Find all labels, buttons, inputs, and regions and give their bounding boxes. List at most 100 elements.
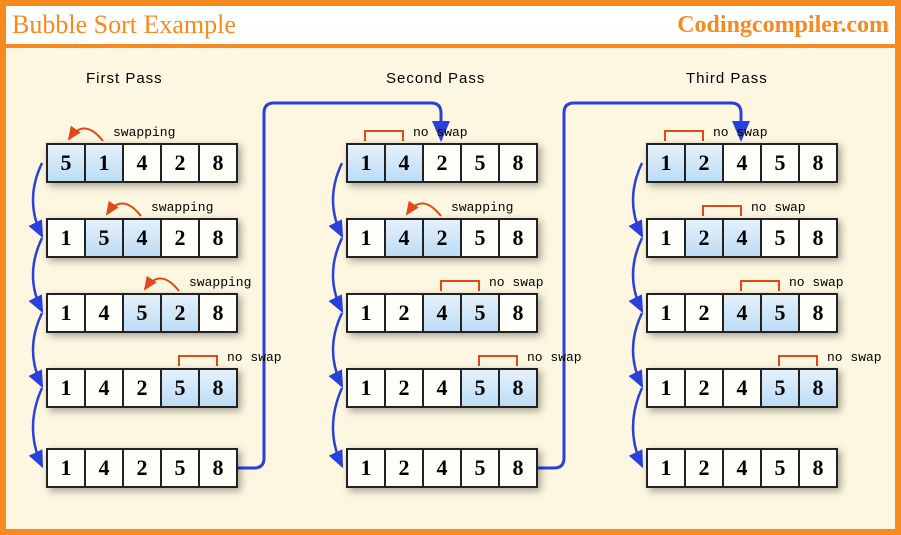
array-cell: 1: [46, 368, 86, 408]
no-swap-label: no swap: [413, 125, 468, 140]
array-cell: 2: [122, 368, 162, 408]
array-cell: 2: [684, 293, 724, 333]
array-cell: 8: [198, 448, 238, 488]
array-cell: 4: [122, 143, 162, 183]
array-cell: 5: [84, 218, 124, 258]
array-cell: 8: [198, 293, 238, 333]
array-cell: 4: [84, 293, 124, 333]
array-cell: 2: [384, 448, 424, 488]
array-cell: 8: [498, 368, 538, 408]
site-name: Codingcompiler.com: [677, 12, 889, 39]
array-cell: 1: [46, 448, 86, 488]
array-cell: 5: [460, 293, 500, 333]
array-cell: 5: [122, 293, 162, 333]
array-row: 12458: [346, 448, 536, 488]
array-cell: 1: [46, 293, 86, 333]
array-cell: 4: [722, 368, 762, 408]
array-cell: 2: [384, 293, 424, 333]
diagram-title: Bubble Sort Example: [12, 10, 236, 40]
array-cell: 5: [760, 218, 800, 258]
no-swap-label: no swap: [713, 125, 768, 140]
swapping-label: swapping: [113, 125, 175, 140]
array-cell: 4: [122, 218, 162, 258]
array-cell: 8: [498, 293, 538, 333]
array-cell: 4: [384, 218, 424, 258]
array-cell: 5: [460, 448, 500, 488]
no-swap-label: no swap: [527, 350, 582, 365]
array-cell: 1: [346, 368, 386, 408]
diagram-frame: Bubble Sort Example Codingcompiler.com F…: [0, 0, 901, 535]
array-cell: 8: [798, 448, 838, 488]
array-cell: 5: [760, 293, 800, 333]
array-cell: 4: [422, 448, 462, 488]
array-cell: 5: [760, 448, 800, 488]
array-cell: 2: [160, 143, 200, 183]
array-row: 12458: [646, 293, 836, 333]
array-cell: 4: [722, 448, 762, 488]
array-cell: 4: [722, 143, 762, 183]
array-cell: 2: [422, 218, 462, 258]
array-cell: 1: [46, 218, 86, 258]
array-cell: 2: [684, 368, 724, 408]
array-row: 15428: [46, 218, 236, 258]
array-cell: 5: [46, 143, 86, 183]
no-swap-label: no swap: [227, 350, 282, 365]
array-cell: 5: [460, 218, 500, 258]
array-cell: 1: [646, 293, 686, 333]
array-row: 14258: [46, 368, 236, 408]
array-cell: 1: [646, 448, 686, 488]
no-swap-label: no swap: [789, 275, 844, 290]
array-cell: 4: [422, 293, 462, 333]
array-cell: 4: [722, 218, 762, 258]
array-cell: 1: [646, 218, 686, 258]
array-cell: 1: [646, 368, 686, 408]
array-row: 14258: [346, 218, 536, 258]
array-cell: 4: [384, 143, 424, 183]
array-cell: 1: [646, 143, 686, 183]
swapping-label: swapping: [451, 200, 513, 215]
array-cell: 8: [198, 368, 238, 408]
array-cell: 1: [346, 293, 386, 333]
header-bar: Bubble Sort Example Codingcompiler.com: [6, 6, 895, 48]
array-cell: 8: [798, 293, 838, 333]
pass-title: Third Pass: [686, 70, 768, 87]
array-cell: 1: [346, 143, 386, 183]
array-cell: 2: [122, 448, 162, 488]
array-cell: 8: [498, 218, 538, 258]
array-cell: 4: [722, 293, 762, 333]
array-cell: 4: [422, 368, 462, 408]
array-cell: 1: [84, 143, 124, 183]
array-row: 51428: [46, 143, 236, 183]
array-row: 12458: [646, 448, 836, 488]
array-cell: 1: [346, 218, 386, 258]
array-row: 12458: [646, 368, 836, 408]
array-cell: 5: [760, 368, 800, 408]
array-row: 12458: [346, 368, 536, 408]
array-cell: 8: [198, 143, 238, 183]
no-swap-label: no swap: [489, 275, 544, 290]
swapping-label: swapping: [151, 200, 213, 215]
swapping-label: swapping: [189, 275, 251, 290]
no-swap-label: no swap: [751, 200, 806, 215]
array-cell: 2: [422, 143, 462, 183]
array-cell: 2: [384, 368, 424, 408]
array-row: 12458: [646, 218, 836, 258]
array-cell: 4: [84, 448, 124, 488]
array-cell: 5: [460, 143, 500, 183]
array-cell: 2: [160, 218, 200, 258]
array-cell: 1: [346, 448, 386, 488]
array-cell: 2: [684, 218, 724, 258]
array-cell: 2: [684, 448, 724, 488]
array-cell: 2: [684, 143, 724, 183]
array-cell: 2: [160, 293, 200, 333]
diagram-canvas: First Pass51428swapping15428swapping1452…: [6, 48, 895, 525]
no-swap-label: no swap: [827, 350, 882, 365]
array-row: 14258: [346, 143, 536, 183]
array-row: 12458: [646, 143, 836, 183]
array-cell: 8: [798, 218, 838, 258]
pass-title: First Pass: [86, 70, 163, 87]
array-cell: 5: [160, 368, 200, 408]
array-cell: 5: [160, 448, 200, 488]
array-row: 14528: [46, 293, 236, 333]
array-cell: 4: [84, 368, 124, 408]
